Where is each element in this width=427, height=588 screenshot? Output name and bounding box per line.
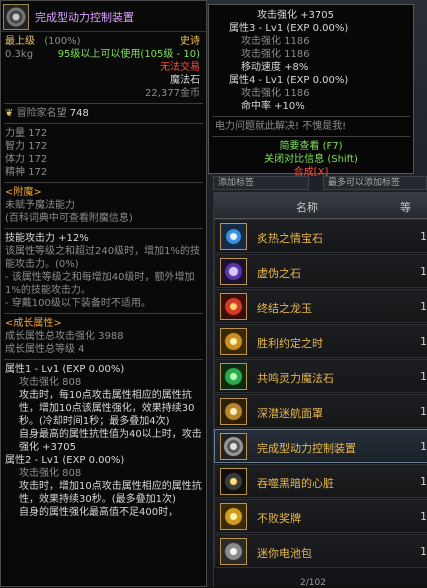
compare-hint: 电力问题就此解决! 不愧是我! [215,121,347,132]
item-name: 完成型动力控制装置 [257,442,356,455]
stat-row: 智力 172 [5,141,48,152]
item-name: 胜利约定之时 [257,337,323,350]
tab-max-tag[interactable]: 最多可以添加标签 [323,176,427,190]
compare-atk-c: 攻击强化 1186 [241,49,310,60]
item-level: 10 [420,475,427,488]
stat-row: 精神 172 [5,167,48,178]
skill-desc-1: 该属性等级之和超过240级时，增加1%的技能攻击力。(0%) [5,246,200,270]
gem-blue-icon [220,223,247,250]
growth-level: 成长属性总等级 4 [5,344,85,355]
durability: (100%) [44,36,81,47]
attr2-label: 属性2 - Lv1 (EXP 0.00%) [5,455,125,466]
item-name: 炙热之情宝石 [257,232,323,245]
item-level: 10 [420,300,427,313]
diving-mask-icon [220,398,247,425]
item-level: 10 [420,370,427,383]
medal-icon [220,503,247,530]
enchant-none: 未赋予魔法能力 [5,200,75,211]
power-device-icon [3,4,29,30]
compare-move: 移动速度 +8% [241,62,309,73]
list-item[interactable]: 虚伪之石 10 [214,254,427,288]
compare-attr4: 属性4 - Lv1 (EXP 0.00%) [229,75,349,86]
dragon-orb-icon [220,293,247,320]
attr1-label: 属性1 - Lv1 (EXP 0.00%) [5,364,125,375]
list-item[interactable]: 迷你电池包 10 [214,534,427,568]
untradeable-label: 无法交易 [160,62,200,73]
simple-view-button[interactable]: 简要查看 (F7) [209,140,413,153]
list-header: 名称 等 [214,192,427,219]
attr1-desc: 攻击时，每10点攻击属性相应的属性抗性，增加10点该属性强化，效果持续30秒。(… [19,390,195,427]
list-item-selected[interactable]: 完成型动力控制装置 10 [214,429,427,463]
battery-icon [220,538,247,565]
compare-atk-b: 攻击强化 1186 [241,36,310,47]
list-item[interactable]: 吞噬黑暗的心脏 10 [214,464,427,498]
list-item[interactable]: 终结之龙玉 10 [214,289,427,323]
column-grade-header[interactable]: 等 [400,199,411,215]
item-name: 共鸣灵力魔法石 [257,372,334,385]
list-item[interactable]: 共鸣灵力魔法石 10 [214,359,427,393]
fame-value: 748 [69,108,89,119]
item-name: 吞噬黑暗的心脏 [257,477,334,490]
skill-desc-3: - 穿戴100级以下装备时不适用。 [5,298,151,309]
list-item[interactable]: 胜利约定之时 10 [214,324,427,358]
level-requirement: 95级以上可以使用(105级 - 10) [57,49,200,60]
compare-hit: 命中率 +10% [241,101,305,112]
close-compare-button[interactable]: 关闭对比信息 (Shift) [209,153,413,166]
item-name: 深潜迷航面罩 [257,407,323,420]
item-level: 10 [420,405,427,418]
attr1-desc2: 自身最高的属性抗性值为40以上时，攻击强化 +3705 [19,429,202,453]
clock-icon [220,328,247,355]
tooltip-header: 完成型动力控制装置 [1,1,206,32]
stat-row: 体力 172 [5,154,48,165]
attr2-desc: 攻击时，增加10点攻击属性相应的属性抗性，效果持续30秒。(最多叠加1次) [19,481,202,505]
fame-icon: ❦ [5,108,14,119]
growth-total: 成长属性总攻击强化 3988 [5,331,124,342]
item-level: 10 [420,510,427,523]
dark-heart-icon [220,468,247,495]
fame-label: 冒险家名望 [16,108,67,119]
rarity-label: 史诗 [180,36,200,47]
attr1-atk: 攻击强化 808 [19,377,82,388]
grade-label: 最上级 [5,36,35,47]
item-name: 不败奖牌 [257,512,301,525]
compare-atk-a: 攻击强化 +3705 [257,10,335,21]
item-name: 终结之龙玉 [257,302,312,315]
item-level: 10 [420,545,427,558]
growth-header: <成长属性> [5,318,62,329]
item-level: 10 [420,230,427,243]
attr2-atk: 攻击强化 808 [19,468,82,479]
item-list: 名称 等 炙热之情宝石 10 虚伪之石 10 终结之龙玉 10 胜利约定之时 1… [213,192,427,587]
item-tooltip: 完成型动力控制装置 最上级 (100%) 史诗 0.3kg 95级以上可以使用(… [0,0,207,587]
compare-tooltip: 攻击强化 +3705 属性3 - Lv1 (EXP 0.00%) 攻击强化 11… [208,4,414,178]
item-name: 虚伪之石 [257,267,301,280]
compare-atk-d: 攻击强化 1186 [241,88,310,99]
item-level: 10 [420,265,427,278]
item-level: 10 [420,335,427,348]
list-item[interactable]: 不败奖牌 10 [214,499,427,533]
enchant-header: <附魔> [5,187,42,198]
attr2-desc2: 自身的属性强化最高值不足400时， [19,507,179,518]
column-name-header[interactable]: 名称 [296,199,318,215]
power-device-icon [220,433,247,460]
enchant-hint: (百科词典中可查看附魔信息) [5,213,133,224]
item-level: 10 [420,440,427,453]
tab-add-tag[interactable]: 添加标签 [213,176,309,190]
weight: 0.3kg [5,49,34,60]
item-price: 22,377金币 [145,88,200,99]
item-type: 魔法石 [170,75,200,86]
skill-desc-2: - 该属性等级之和每增加40级时，额外增加1%的技能攻击力。 [5,272,195,296]
stat-row: 力量 172 [5,128,48,139]
tag-tabs: 添加标签 最多可以添加标签 [213,176,427,190]
item-title: 完成型动力控制装置 [35,11,134,24]
skull-icon [220,258,247,285]
list-item[interactable]: 炙热之情宝石 10 [214,219,427,253]
list-item[interactable]: 深潜迷航面罩 10 [214,394,427,428]
compare-attr3: 属性3 - Lv1 (EXP 0.00%) [229,23,349,34]
skill-attack: 技能攻击力 +12% [5,233,89,244]
exp-stone-icon [220,363,247,390]
item-name: 迷你电池包 [257,547,312,560]
